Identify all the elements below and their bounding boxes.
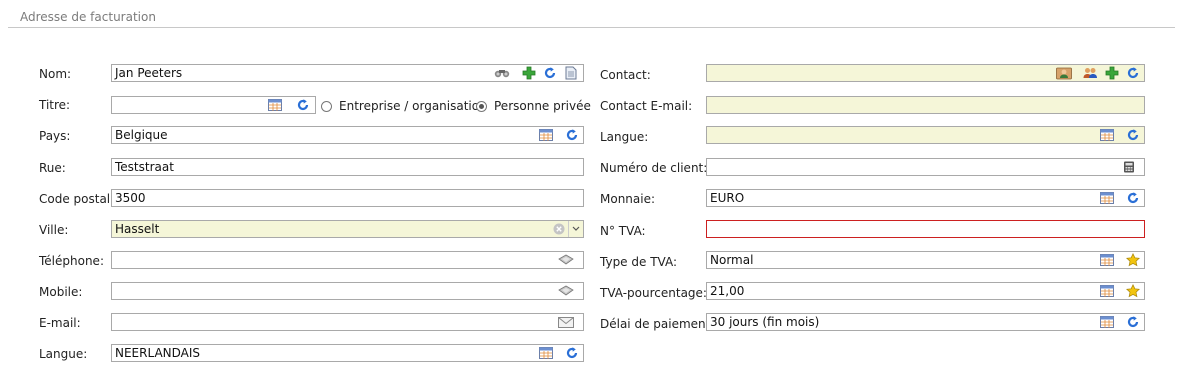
telephone-field[interactable] <box>111 251 584 269</box>
nom-value: Jan Peeters <box>115 66 183 80</box>
star-icon[interactable] <box>1125 283 1141 299</box>
radio-personne-privee[interactable] <box>476 101 487 112</box>
list-table-icon[interactable] <box>1099 190 1115 206</box>
delai-paiement-value: 30 jours (fin mois) <box>710 315 820 329</box>
ville-label: Ville: <box>39 223 69 237</box>
refresh-icon[interactable] <box>1125 127 1141 143</box>
add-icon[interactable] <box>1104 65 1120 81</box>
envelope-icon[interactable] <box>558 314 574 330</box>
monnaie-value: EURO <box>710 191 745 205</box>
radio-personne-privee-label[interactable]: Personne privée <box>494 99 591 113</box>
type-tva-value: Normal <box>710 253 754 267</box>
delai-paiement-label: Délai de paiement: <box>600 317 715 331</box>
langue-label: Langue: <box>39 347 88 361</box>
binoculars-icon[interactable] <box>494 65 510 81</box>
email-field[interactable] <box>111 313 584 331</box>
refresh-icon[interactable] <box>295 97 311 113</box>
phone-icon[interactable] <box>558 252 574 268</box>
radio-organisation-label[interactable]: Entreprise / organisation <box>339 99 487 113</box>
type-tva-field[interactable]: Normal <box>706 251 1145 269</box>
tva-pourcentage-field[interactable]: 21,00 <box>706 282 1145 300</box>
rue-field[interactable]: Teststraat <box>111 158 584 176</box>
refresh-icon[interactable] <box>1125 65 1141 81</box>
pays-label: Pays: <box>39 129 71 143</box>
rue-value: Teststraat <box>115 160 174 174</box>
star-icon[interactable] <box>1125 252 1141 268</box>
chevron-down-icon[interactable] <box>568 221 583 237</box>
nom-label: Nom: <box>39 67 72 81</box>
titre-field[interactable] <box>111 96 316 114</box>
tva-label: N° TVA: <box>600 224 646 238</box>
type-tva-label: Type de TVA: <box>600 255 678 269</box>
langue-value: NEERLANDAIS <box>115 346 201 360</box>
nom-field[interactable]: Jan Peeters <box>111 64 584 82</box>
pays-value: Belgique <box>115 128 168 142</box>
telephone-label: Téléphone: <box>39 254 104 268</box>
monnaie-field[interactable]: EURO <box>706 189 1145 207</box>
langue-right-label: Langue: <box>600 130 649 144</box>
titre-label: Titre: <box>39 98 71 112</box>
section-divider <box>8 27 1175 28</box>
radio-organisation[interactable] <box>321 101 332 112</box>
numero-client-field[interactable] <box>706 158 1145 176</box>
contact-field[interactable] <box>706 64 1145 82</box>
users-icon[interactable] <box>1082 65 1098 81</box>
contact-label: Contact: <box>600 68 651 82</box>
monnaie-label: Monnaie: <box>600 192 656 206</box>
phone-icon[interactable] <box>558 283 574 299</box>
calculator-icon[interactable] <box>1121 159 1137 175</box>
list-table-icon[interactable] <box>1099 283 1115 299</box>
add-icon[interactable] <box>521 65 537 81</box>
code-postal-value: 3500 <box>115 191 146 205</box>
refresh-icon[interactable] <box>542 65 558 81</box>
langue-right-field[interactable] <box>706 126 1145 144</box>
refresh-icon[interactable] <box>1125 314 1141 330</box>
list-table-icon[interactable] <box>1099 127 1115 143</box>
tva-field[interactable] <box>706 220 1145 238</box>
ville-combobox[interactable]: Hasselt <box>111 220 584 238</box>
contact-email-label: Contact E-mail: <box>600 99 693 113</box>
contact-email-field[interactable] <box>706 96 1145 114</box>
section-title: Adresse de facturation <box>20 10 156 24</box>
list-table-icon[interactable] <box>1099 252 1115 268</box>
refresh-icon[interactable] <box>564 345 580 361</box>
list-table-icon[interactable] <box>267 97 283 113</box>
mobile-field[interactable] <box>111 282 584 300</box>
refresh-icon[interactable] <box>1125 190 1141 206</box>
document-icon[interactable] <box>563 65 579 81</box>
list-table-icon[interactable] <box>1099 314 1115 330</box>
contact-person-icon[interactable] <box>1056 65 1072 81</box>
numero-client-label: Numéro de client: <box>600 161 708 175</box>
ville-value: Hasselt <box>115 222 160 236</box>
refresh-icon[interactable] <box>564 127 580 143</box>
code-postal-label: Code postal: <box>39 192 115 206</box>
list-table-icon[interactable] <box>538 127 554 143</box>
email-label: E-mail: <box>39 316 81 330</box>
mobile-label: Mobile: <box>39 285 83 299</box>
delai-paiement-field[interactable]: 30 jours (fin mois) <box>706 313 1145 331</box>
tva-pourcentage-label: TVA-pourcentage: <box>600 286 707 300</box>
clear-icon[interactable] <box>551 221 567 237</box>
pays-field[interactable]: Belgique <box>111 126 584 144</box>
list-table-icon[interactable] <box>538 345 554 361</box>
rue-label: Rue: <box>39 161 66 175</box>
langue-field[interactable]: NEERLANDAIS <box>111 344 584 362</box>
tva-pourcentage-value: 21,00 <box>710 284 745 298</box>
code-postal-field[interactable]: 3500 <box>111 189 584 207</box>
